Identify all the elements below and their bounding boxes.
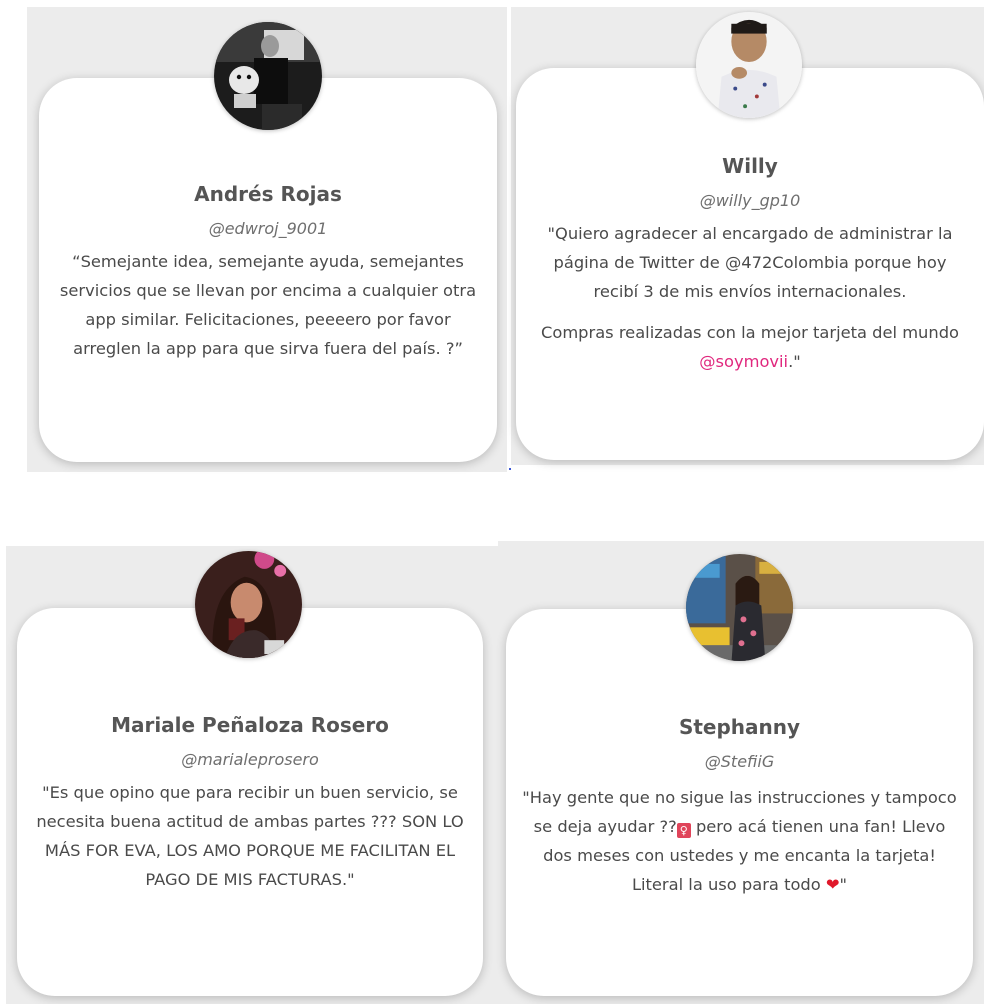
avatar-stephanny [686, 554, 793, 661]
testimonial-card-mariale: Mariale Peñaloza Rosero @marialeprosero … [17, 608, 483, 996]
testimonial-name: Willy [722, 154, 778, 178]
testimonial-quote-text-2: Compras realizadas con la mejor tarjeta … [536, 318, 964, 376]
testimonial-quote: "Hay gente que no sigue las instruccione… [520, 783, 959, 899]
testimonial-name: Andrés Rojas [194, 182, 342, 206]
testimonial-card-andres: Andrés Rojas @edwroj_9001 “Semejante ide… [39, 78, 497, 462]
quote-text-suffix: ." [788, 352, 801, 371]
avatar-mariale [195, 551, 302, 658]
avatar-andres [214, 22, 322, 130]
avatar-stephanny-photo [686, 554, 793, 661]
testimonial-handle: @marialeprosero [181, 750, 319, 769]
stray-pixel [509, 468, 511, 470]
testimonial-handle: @edwroj_9001 [208, 219, 328, 238]
testimonial-quote-text: “Semejante idea, semejante ayuda, semeja… [59, 252, 477, 358]
testimonial-handle: @willy_gp10 [699, 191, 801, 210]
female-sign-icon: ♀ [676, 823, 691, 838]
testimonial-handle: @StefiiG [704, 752, 775, 771]
testimonial-card-willy: Willy @willy_gp10 "Quiero agradecer al e… [516, 68, 984, 460]
testimonial-card-stephanny: Stephanny @StefiiG "Hay gente que no sig… [506, 609, 973, 996]
avatar-willy-photo [696, 12, 802, 118]
testimonial-quote-text: "Quiero agradecer al encargado de admini… [547, 224, 953, 301]
heart-icon: ❤ [825, 875, 840, 894]
quote-text-part3: " [839, 875, 848, 894]
testimonial-name: Stephanny [678, 715, 801, 739]
testimonial-quote-text: "Es que opino que para recibir un buen s… [36, 783, 464, 889]
testimonial-quote-text: "Hay gente que no sigue las instruccione… [520, 783, 959, 899]
avatar-mariale-photo [195, 551, 302, 658]
testimonial-name: Mariale Peñaloza Rosero [111, 713, 389, 737]
quote-text-prefix: Compras realizadas con la mejor tarjeta … [540, 323, 959, 342]
avatar-willy [696, 12, 802, 118]
mention-link[interactable]: @soymovii [699, 352, 788, 371]
avatar-andres-photo [214, 22, 322, 130]
testimonial-quote: "Quiero agradecer al encargado de admini… [536, 219, 964, 376]
testimonial-quote: “Semejante idea, semejante ayuda, semeja… [56, 247, 480, 363]
testimonial-quote: "Es que opino que para recibir un buen s… [35, 778, 465, 894]
